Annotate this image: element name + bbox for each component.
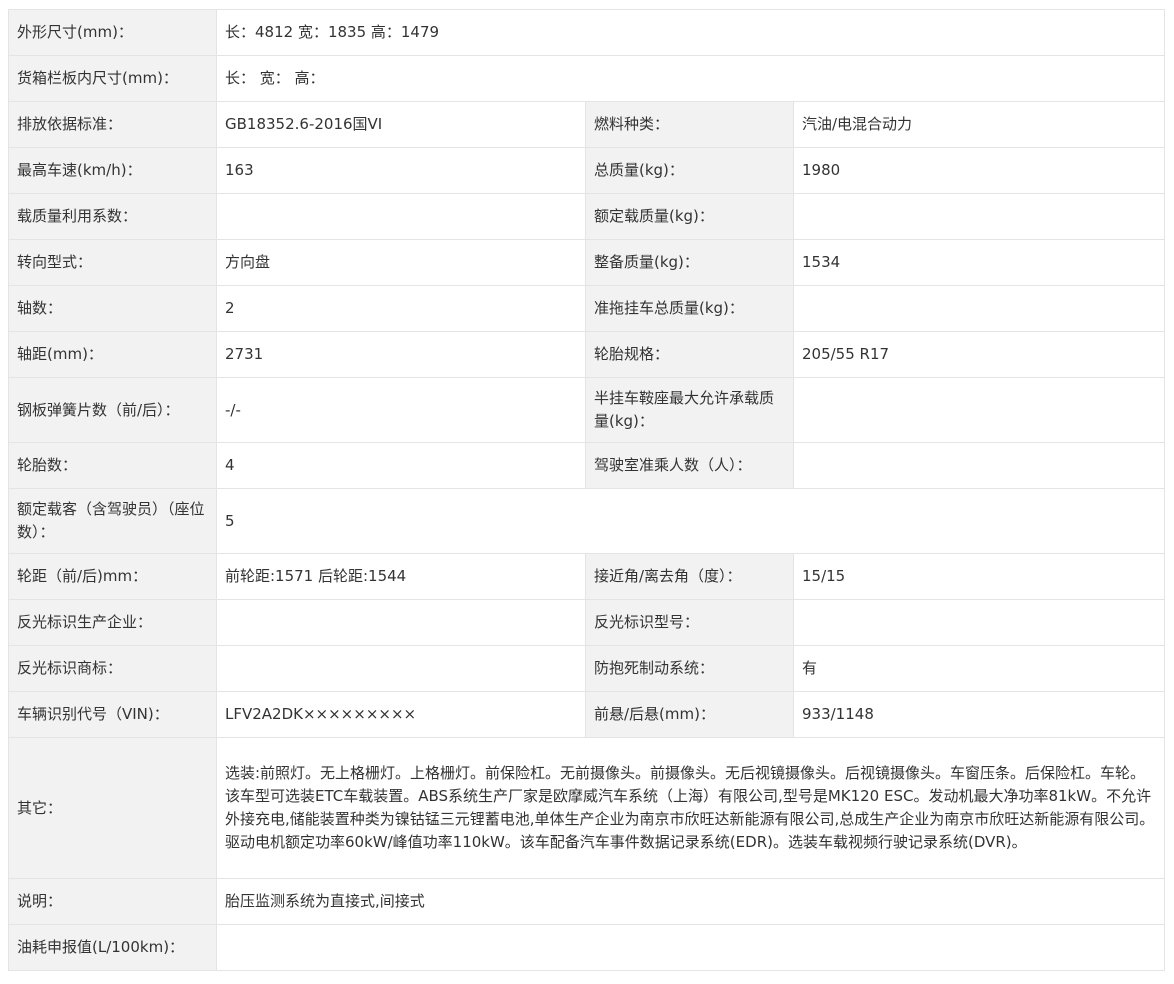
spec-row: 排放依据标准： GB18352.6-2016国VI 燃料种类： 汽油/电混合动力	[8, 101, 1166, 148]
spec-value: 4	[216, 442, 586, 489]
spec-value: 胎压监测系统为直接式,间接式	[215, 878, 1166, 925]
spec-value	[216, 193, 586, 240]
spec-row: 钢板弹簧片数（前/后）： -/- 半挂车鞍座最大允许承载质量(kg)：	[8, 377, 1166, 443]
spec-row: 车辆识别代号（VIN)： LFV2A2DK××××××××× 前悬/后悬(mm)： 9…	[8, 691, 1166, 738]
spec-label: 其它：	[8, 737, 217, 879]
spec-row: 外形尺寸(mm)： 长：4812 宽：1835 高：1479	[8, 9, 1166, 56]
spec-value: 163	[216, 147, 586, 194]
spec-label: 反光标识生产企业：	[8, 599, 217, 646]
spec-label: 轴距(mm)：	[8, 331, 217, 378]
spec-value	[216, 599, 586, 646]
spec-table-body: 外形尺寸(mm)： 长：4812 宽：1835 高：1479 货箱栏板内尺寸(mm)…	[8, 9, 1166, 971]
spec-row: 油耗申报值(L/100km)：	[8, 924, 1166, 971]
spec-row: 说明： 胎压监测系统为直接式,间接式	[8, 878, 1166, 925]
spec-value	[215, 924, 1166, 971]
spec-label: 半挂车鞍座最大允许承载质量(kg)：	[585, 377, 794, 443]
spec-label: 钢板弹簧片数（前/后）：	[8, 377, 217, 443]
spec-value: 方向盘	[216, 239, 586, 286]
spec-value	[792, 285, 1166, 332]
spec-value: 2	[216, 285, 586, 332]
spec-value: 933/1148	[792, 691, 1166, 738]
spec-label: 货箱栏板内尺寸(mm)：	[8, 55, 217, 102]
spec-value: 5	[215, 488, 1166, 554]
spec-value	[792, 442, 1166, 489]
spec-label: 反光标识商标：	[8, 645, 217, 692]
spec-label: 反光标识型号：	[585, 599, 794, 646]
spec-label: 准拖挂车总质量(kg)：	[585, 285, 794, 332]
spec-value	[792, 599, 1166, 646]
spec-value: 汽油/电混合动力	[792, 101, 1166, 148]
spec-label: 载质量利用系数：	[8, 193, 217, 240]
spec-label: 燃料种类：	[585, 101, 794, 148]
spec-label: 额定载客（含驾驶员）（座位数）：	[8, 488, 217, 554]
spec-label: 驾驶室准乘人数（人）：	[585, 442, 794, 489]
spec-value: GB18352.6-2016国VI	[216, 101, 586, 148]
spec-row: 额定载客（含驾驶员）（座位数）： 5	[8, 488, 1166, 554]
spec-value: 选装:前照灯。无上格栅灯。上格栅灯。前保险杠。无前摄像头。前摄像头。无后视镜摄像…	[215, 737, 1166, 879]
spec-label: 车辆识别代号（VIN)：	[8, 691, 217, 738]
spec-value: -/-	[216, 377, 586, 443]
spec-value: LFV2A2DK×××××××××	[216, 691, 586, 738]
spec-row: 载质量利用系数： 额定载质量(kg)：	[8, 193, 1166, 240]
spec-value	[792, 193, 1166, 240]
spec-value: 1534	[792, 239, 1166, 286]
spec-label: 前悬/后悬(mm)：	[585, 691, 794, 738]
spec-row: 轴距(mm)： 2731 轮胎规格： 205/55 R17	[8, 331, 1166, 378]
spec-row: 反光标识生产企业： 反光标识型号：	[8, 599, 1166, 646]
spec-row: 轴数： 2 准拖挂车总质量(kg)：	[8, 285, 1166, 332]
spec-row: 轮距（前/后)mm： 前轮距:1571 后轮距:1544 接近角/离去角（度）： 15…	[8, 553, 1166, 600]
spec-value: 2731	[216, 331, 586, 378]
spec-label: 最高车速(km/h)：	[8, 147, 217, 194]
spec-label: 轴数：	[8, 285, 217, 332]
spec-value: 前轮距:1571 后轮距:1544	[216, 553, 586, 600]
spec-label: 防抱死制动系统：	[585, 645, 794, 692]
spec-label: 轮胎数：	[8, 442, 217, 489]
spec-label: 外形尺寸(mm)：	[8, 9, 217, 56]
spec-row: 轮胎数： 4 驾驶室准乘人数（人）：	[8, 442, 1166, 489]
spec-value: 1980	[792, 147, 1166, 194]
spec-value: 15/15	[792, 553, 1166, 600]
spec-row: 其它： 选装:前照灯。无上格栅灯。上格栅灯。前保险杠。无前摄像头。前摄像头。无后视…	[8, 737, 1166, 879]
spec-label: 转向型式：	[8, 239, 217, 286]
spec-label: 排放依据标准：	[8, 101, 217, 148]
spec-label: 接近角/离去角（度）：	[585, 553, 794, 600]
spec-value: 205/55 R17	[792, 331, 1166, 378]
spec-label: 说明：	[8, 878, 217, 925]
spec-value	[216, 645, 586, 692]
spec-label: 轮距（前/后)mm：	[8, 553, 217, 600]
spec-label: 油耗申报值(L/100km)：	[8, 924, 217, 971]
spec-label: 整备质量(kg)：	[585, 239, 794, 286]
spec-row: 货箱栏板内尺寸(mm)： 长： 宽： 高：	[8, 55, 1166, 102]
spec-row: 最高车速(km/h)： 163 总质量(kg)： 1980	[8, 147, 1166, 194]
spec-label: 额定载质量(kg)：	[585, 193, 794, 240]
spec-label: 总质量(kg)：	[585, 147, 794, 194]
spec-label: 轮胎规格：	[585, 331, 794, 378]
spec-value: 有	[792, 645, 1166, 692]
spec-value: 长： 宽： 高：	[215, 55, 1166, 102]
vehicle-spec-table: 外形尺寸(mm)： 长：4812 宽：1835 高：1479 货箱栏板内尺寸(mm)…	[8, 9, 1166, 971]
spec-row: 反光标识商标： 防抱死制动系统：有	[8, 645, 1166, 692]
spec-value: 长：4812 宽：1835 高：1479	[215, 9, 1166, 56]
spec-row: 转向型式： 方向盘 整备质量(kg)： 1534	[8, 239, 1166, 286]
spec-value	[792, 377, 1166, 443]
